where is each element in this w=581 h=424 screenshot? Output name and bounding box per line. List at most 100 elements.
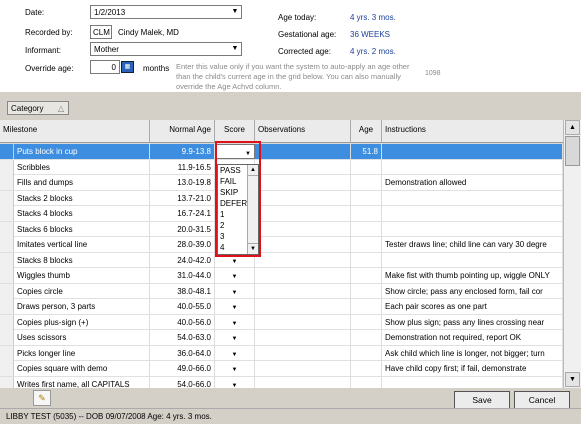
instr-cell[interactable]: Demonstration allowed <box>382 175 563 190</box>
milestone-cell[interactable]: Draws person, 3 parts <box>14 299 150 314</box>
age-cell[interactable] <box>351 159 382 175</box>
observations-cell[interactable] <box>255 221 351 237</box>
table-row[interactable]: Stacks 6 blocks20.0-31.5▼ <box>0 221 563 237</box>
normal-cell[interactable]: 36.0-64.0 <box>150 345 215 361</box>
score-cell[interactable]: ▼ <box>215 330 255 345</box>
age-cell[interactable] <box>351 190 382 206</box>
instr-cell[interactable] <box>382 190 563 206</box>
instr-cell[interactable] <box>382 221 563 237</box>
normal-cell[interactable]: 16.7-24.1 <box>150 206 215 221</box>
milestone-cell[interactable]: Stacks 4 blocks <box>14 206 150 221</box>
score-cell[interactable]: ▼ <box>215 345 255 361</box>
normal-cell[interactable]: 28.0-39.0 <box>150 237 215 252</box>
milestone-cell[interactable]: Copies square with demo <box>14 361 150 376</box>
col-instructions[interactable]: Instructions <box>382 120 563 143</box>
table-row[interactable]: Puts block in cup 9.9-13.8 ▼ 51.8 <box>0 144 563 160</box>
normal-cell[interactable]: 13.0-19.8 <box>150 175 215 190</box>
normal-cell[interactable]: 31.0-44.0 <box>150 268 215 283</box>
score-cell[interactable]: ▼ <box>215 299 255 314</box>
override-age-input[interactable]: 0 <box>90 60 120 74</box>
normal-cell[interactable]: 49.0-66.0 <box>150 361 215 376</box>
col-observations[interactable]: Observations <box>255 120 351 143</box>
age-cell[interactable] <box>351 268 382 283</box>
observations-cell[interactable] <box>255 252 351 268</box>
age-cell[interactable] <box>351 314 382 330</box>
chevron-down-icon[interactable]: ▼ <box>229 43 241 55</box>
instr-cell[interactable]: Demonstration not required, report OK <box>382 330 563 345</box>
observations-cell[interactable] <box>255 314 351 330</box>
milestone-cell[interactable]: Copies circle <box>14 283 150 299</box>
observations-cell[interactable] <box>255 190 351 206</box>
observations-cell[interactable] <box>255 283 351 299</box>
normal-cell[interactable]: 11.9-16.5 <box>150 159 215 175</box>
instr-cell[interactable]: Make fist with thumb pointing up, wiggle… <box>382 268 563 283</box>
table-row[interactable]: Stacks 8 blocks 24.0-42.0 ▼ <box>0 252 563 268</box>
observations-cell[interactable] <box>255 175 351 190</box>
table-row[interactable]: Picks longer line 36.0-64.0 ▼ Ask child whi… <box>0 345 563 361</box>
table-row[interactable]: Draws person, 3 parts 40.0-55.0 ▼ Each pair… <box>0 299 563 315</box>
normal-cell[interactable]: 24.0-42.0 <box>150 252 215 268</box>
normal-cell[interactable]: 9.9-13.8 <box>150 144 215 159</box>
age-cell[interactable] <box>351 299 382 314</box>
date-field[interactable]: 1/2/2013 ▼ <box>90 5 242 19</box>
milestone-cell[interactable]: Stacks 6 blocks <box>14 221 150 237</box>
instr-cell[interactable] <box>382 252 563 268</box>
table-row[interactable]: Wiggles thumb 31.0-44.0 ▼ Make fist with th… <box>0 268 563 284</box>
observations-cell[interactable] <box>255 345 351 361</box>
table-row[interactable]: Stacks 4 blocks16.7-24.1▼ <box>0 206 563 222</box>
instr-cell[interactable]: Each pair scores as one part <box>382 299 563 314</box>
milestone-cell[interactable]: Copies plus-sign (+) <box>14 314 150 330</box>
scroll-up-icon[interactable]: ▲ <box>565 120 580 135</box>
table-row[interactable]: Uses scissors 54.0-63.0 ▼ Demonstration not… <box>0 330 563 346</box>
milestone-cell[interactable]: Stacks 8 blocks <box>14 252 150 268</box>
age-cell[interactable] <box>351 361 382 376</box>
normal-cell[interactable]: 54.0-63.0 <box>150 330 215 345</box>
age-cell[interactable] <box>351 206 382 221</box>
col-normal-age[interactable]: Normal Age <box>150 120 215 143</box>
milestone-cell[interactable]: Imitates vertical line <box>14 237 150 252</box>
table-row[interactable]: Writes first name, all CAPITALS 54.0-66.0… <box>0 376 563 388</box>
instr-cell[interactable] <box>382 206 563 221</box>
clear-filter-icon[interactable]: ✎ <box>33 390 51 406</box>
observations-cell[interactable] <box>255 376 351 388</box>
milestone-cell[interactable]: Picks longer line <box>14 345 150 361</box>
instr-cell[interactable] <box>382 159 563 175</box>
col-age[interactable]: Age <box>351 120 382 143</box>
age-cell[interactable] <box>351 330 382 345</box>
normal-cell[interactable]: 54.0-66.0 <box>150 376 215 388</box>
col-milestone[interactable]: Milestone <box>0 120 150 143</box>
age-cell[interactable] <box>351 283 382 299</box>
normal-cell[interactable]: 38.0-48.1 <box>150 283 215 299</box>
observations-cell[interactable] <box>255 144 351 159</box>
chevron-down-icon[interactable]: ▼ <box>232 259 238 265</box>
observations-cell[interactable] <box>255 361 351 376</box>
chevron-down-icon[interactable]: ▼ <box>232 336 238 342</box>
calendar-icon[interactable]: ▦ <box>121 61 134 73</box>
normal-cell[interactable]: 40.0-55.0 <box>150 299 215 314</box>
recorder-code-field[interactable]: CLM <box>90 25 112 39</box>
instr-cell[interactable]: Have child copy first; if fail, demonstr… <box>382 361 563 376</box>
table-row[interactable]: Fills and dumps13.0-19.8▼Demonstration a… <box>0 175 563 191</box>
instr-cell[interactable] <box>382 376 563 388</box>
age-cell[interactable] <box>351 221 382 237</box>
score-cell[interactable]: ▼ <box>215 283 255 299</box>
cancel-button[interactable]: Cancel <box>514 391 570 409</box>
instr-cell[interactable]: Tester draws line; child line can vary 3… <box>382 237 563 252</box>
table-row[interactable]: Copies circle 38.0-48.1 ▼ Show circle; pass… <box>0 283 563 299</box>
age-cell[interactable] <box>351 175 382 190</box>
instr-cell[interactable]: Ask child which line is longer, not bigg… <box>382 345 563 361</box>
chevron-down-icon[interactable]: ▼ <box>229 6 241 18</box>
table-row[interactable]: Stacks 2 blocks13.7-21.0▼ <box>0 190 563 206</box>
age-cell[interactable] <box>351 237 382 252</box>
table-row[interactable]: Scribbles11.9-16.5▼ <box>0 159 563 175</box>
table-row[interactable]: Copies square with demo 49.0-66.0 ▼ Have ch… <box>0 361 563 377</box>
age-cell[interactable]: 51.8 <box>351 144 382 159</box>
observations-cell[interactable] <box>255 159 351 175</box>
chevron-down-icon[interactable]: ▼ <box>232 274 238 280</box>
chevron-down-icon[interactable]: ▼ <box>232 352 238 358</box>
milestone-cell[interactable]: Puts block in cup <box>14 144 150 159</box>
normal-cell[interactable]: 13.7-21.0 <box>150 190 215 206</box>
col-score[interactable]: Score <box>215 120 255 143</box>
table-row[interactable]: Copies plus-sign (+) 40.0-56.0 ▼ Show plus … <box>0 314 563 330</box>
chevron-down-icon[interactable]: ▼ <box>232 305 238 311</box>
